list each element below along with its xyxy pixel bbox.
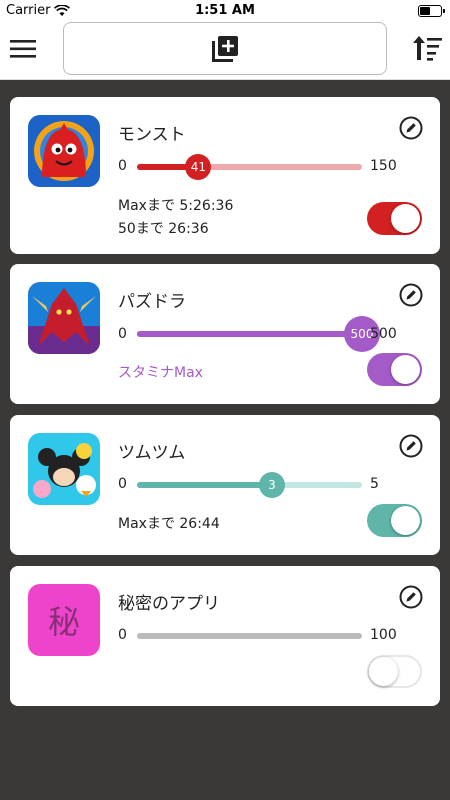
app-name: パズドラ (118, 292, 186, 312)
puzzle-dragons-app-icon (28, 282, 100, 354)
time-to-50-text: 50まで 26:36 (118, 221, 209, 237)
add-stack-icon (212, 35, 238, 62)
slider-max-label: 5 (370, 476, 379, 492)
add-app-button[interactable] (63, 22, 387, 75)
edit-icon[interactable] (398, 584, 424, 610)
clock: 1:51 AM (195, 3, 255, 18)
slider-min-label: 0 (118, 326, 127, 342)
game-card-secret-app[interactable]: 秘 秘密のアプリ 0 100 (10, 566, 440, 706)
notification-toggle[interactable] (367, 655, 422, 688)
app-name: ツムツム (118, 443, 186, 463)
game-card-pazudora[interactable]: パズドラ 0 500 500 スタミナMax (10, 264, 440, 404)
slider-min-label: 0 (118, 158, 127, 174)
time-to-max-text: Maxまで 5:26:36 (118, 198, 234, 214)
game-card-monst[interactable]: モンスト 0 41 150 Maxまで 5:26:36 50まで 26:36 (10, 97, 440, 254)
secret-app-icon-char: 秘 (47, 603, 80, 641)
app-name: モンスト (118, 125, 186, 145)
game-card-tsumtsum[interactable]: ツムツム 0 3 5 Maxまで 26:44 (10, 415, 440, 555)
stamina-slider-track[interactable] (137, 633, 362, 639)
slider-min-label: 0 (118, 627, 127, 643)
notification-toggle[interactable] (367, 353, 422, 386)
monst-app-icon (28, 115, 100, 187)
time-to-max-text: Maxまで 26:44 (118, 516, 220, 532)
slider-max-label: 100 (370, 627, 397, 643)
stamina-slider-fill (137, 331, 362, 337)
app-name: 秘密のアプリ (118, 594, 220, 614)
edit-icon[interactable] (398, 433, 424, 459)
nav-bar (0, 22, 450, 80)
battery-icon (418, 5, 445, 17)
slider-min-label: 0 (118, 476, 127, 492)
stamina-slider-track[interactable]: 500 (137, 316, 380, 352)
stamina-slider-track[interactable]: 3 (137, 472, 362, 498)
stamina-slider-thumb[interactable]: 41 (185, 154, 212, 180)
edit-icon[interactable] (398, 115, 424, 141)
slider-max-label: 150 (370, 158, 397, 174)
stamina-slider-track[interactable]: 41 (137, 154, 362, 180)
sort-icon[interactable] (412, 32, 444, 64)
stamina-max-text: スタミナMax (118, 365, 203, 381)
secret-app-icon: 秘 (28, 584, 100, 656)
notification-toggle[interactable] (367, 202, 422, 235)
edit-icon[interactable] (398, 282, 424, 308)
status-bar: Carrier 1:51 AM (0, 0, 450, 22)
stamina-slider-thumb[interactable]: 3 (259, 472, 285, 498)
hamburger-menu-icon[interactable] (8, 34, 38, 64)
stamina-slider-fill (137, 482, 272, 488)
notification-toggle[interactable] (367, 504, 422, 537)
slider-max-label: 500 (370, 326, 397, 342)
tsum-tsum-app-icon (28, 433, 100, 505)
